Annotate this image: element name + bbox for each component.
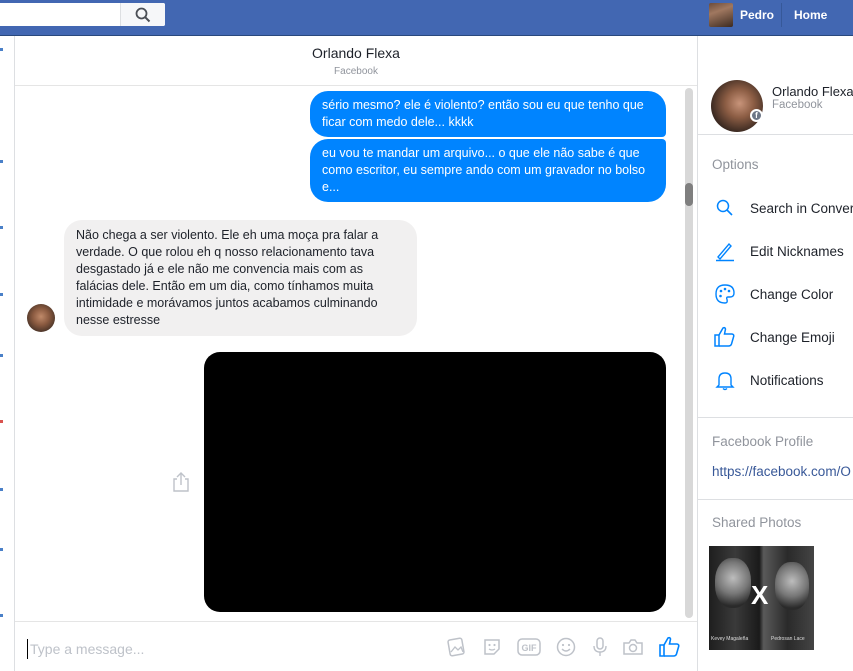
photo-face-right (775, 562, 809, 610)
change-color-option[interactable]: Change Color (712, 279, 853, 309)
photo-caption-right: Pedrosan Lace (771, 636, 805, 642)
voice-clip-button[interactable] (587, 634, 613, 660)
thumbs-up-icon (659, 636, 680, 657)
svg-text:GIF: GIF (522, 643, 538, 653)
option-label: Search in Conversation (750, 200, 853, 216)
outgoing-message[interactable]: eu vou te mandar um arquivo... o que ele… (310, 139, 666, 202)
options-title: Options (712, 157, 759, 172)
divider (698, 134, 853, 135)
photos-icon (447, 637, 465, 657)
message-scrollbar[interactable] (683, 88, 695, 618)
palette-icon (712, 281, 738, 307)
message-list[interactable]: sério mesmo? ele é violento? então sou e… (15, 86, 683, 620)
facebook-profile-link[interactable]: https://facebook.com/O (712, 464, 851, 479)
top-navigation-bar: Pedro Home (0, 0, 853, 36)
message-input[interactable] (27, 639, 407, 659)
option-label: Notifications (750, 372, 824, 388)
shared-photo-thumbnail[interactable]: X Kevey Magaleña Pedrosan Lace (709, 546, 814, 650)
option-label: Change Emoji (750, 329, 835, 345)
option-label: Edit Nicknames (750, 243, 844, 259)
list-marker (0, 420, 3, 423)
scrollbar-thumb[interactable] (685, 183, 693, 206)
search-button[interactable] (120, 3, 165, 26)
conversation-title[interactable]: Orlando Flexa (15, 45, 697, 61)
pencil-icon (712, 238, 738, 264)
notifications-option[interactable]: Notifications (712, 365, 853, 395)
list-marker (0, 488, 3, 491)
like-button[interactable] (657, 634, 683, 660)
share-icon[interactable] (171, 471, 191, 493)
photo-upload-button[interactable] (443, 634, 469, 660)
emoji-icon (556, 637, 576, 657)
sticker-icon (484, 639, 500, 655)
divider (698, 417, 853, 418)
list-marker (0, 548, 3, 551)
thumbs-up-icon (712, 324, 738, 350)
list-marker (0, 354, 3, 357)
gif-icon: GIF (517, 638, 541, 656)
emoji-button[interactable] (553, 634, 579, 660)
microphone-icon (593, 637, 607, 656)
user-name: Pedro (740, 8, 775, 22)
scrollbar-rail[interactable] (685, 88, 693, 618)
list-marker (0, 226, 3, 229)
incoming-message[interactable]: Não chega a ser violento. Ele eh uma moç… (64, 220, 417, 336)
camera-icon (623, 639, 643, 655)
divider (698, 499, 853, 500)
facebook-profile-title: Facebook Profile (712, 434, 814, 449)
list-marker (0, 293, 3, 296)
shared-photos-title: Shared Photos (712, 515, 802, 530)
facebook-badge-icon: f (750, 109, 763, 122)
search-box[interactable] (0, 3, 165, 26)
video-attachment[interactable] (204, 352, 666, 612)
edit-nicknames-option[interactable]: Edit Nicknames (712, 236, 853, 266)
bell-icon (712, 367, 738, 393)
contact-source: Facebook (772, 99, 823, 111)
user-profile-link[interactable]: Pedro (709, 3, 774, 27)
list-marker (0, 614, 3, 617)
message-composer: GIF (15, 621, 697, 671)
option-label: Change Color (750, 286, 834, 302)
search-in-conversation-option[interactable]: Search in Conversation (712, 193, 853, 223)
photo-caption-left: Kevey Magaleña (711, 636, 749, 642)
camera-button[interactable] (620, 634, 646, 660)
outgoing-message[interactable]: sério mesmo? ele é violento? então sou e… (310, 91, 666, 137)
search-icon (135, 7, 151, 22)
contact-avatar[interactable] (27, 304, 55, 332)
gif-button[interactable]: GIF (516, 634, 542, 660)
conversation-subtitle: Facebook (334, 66, 378, 77)
home-link[interactable]: Home (781, 3, 827, 27)
change-emoji-option[interactable]: Change Emoji (712, 322, 853, 352)
contact-profile-picture[interactable] (711, 80, 763, 132)
list-marker (0, 160, 3, 163)
search-icon (712, 195, 738, 221)
contact-name[interactable]: Orlando Flexa (772, 84, 853, 99)
sticker-button[interactable] (479, 634, 505, 660)
list-marker (0, 48, 3, 51)
photo-face-left (715, 558, 751, 608)
conversation-header: Orlando Flexa Facebook (15, 36, 697, 86)
photo-x-mark: X (751, 580, 769, 610)
conversation-details-panel: f Orlando Flexa Facebook Options Search … (697, 36, 853, 671)
user-avatar (709, 3, 733, 27)
conversation-list-edge (0, 36, 15, 671)
